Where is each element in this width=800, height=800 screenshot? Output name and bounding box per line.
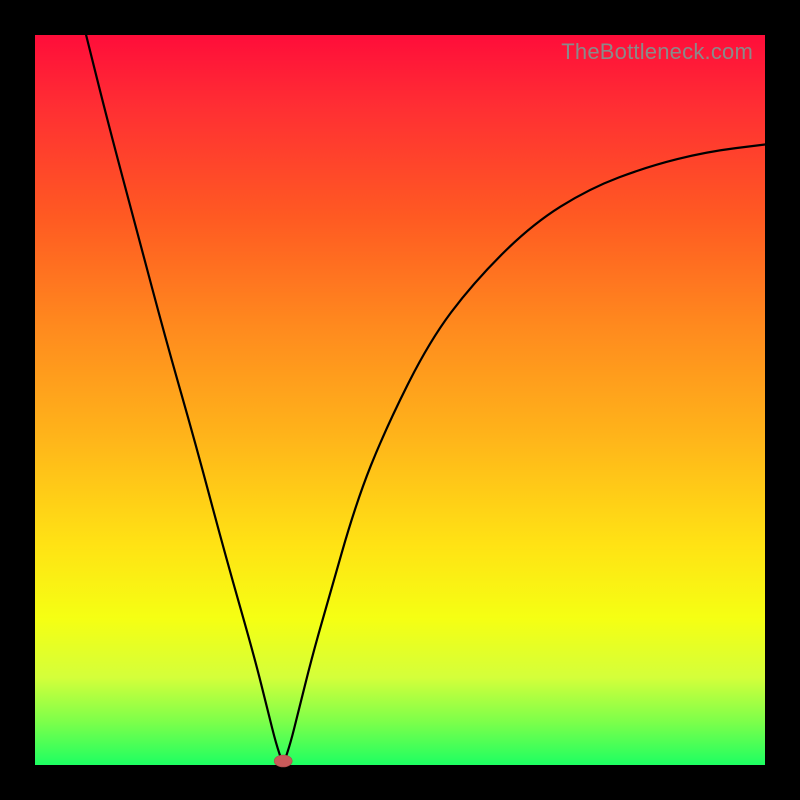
curve-path	[86, 35, 765, 760]
plot-area: TheBottleneck.com	[35, 35, 765, 765]
bottleneck-curve	[35, 35, 765, 765]
min-marker	[274, 755, 292, 767]
chart-frame: TheBottleneck.com	[0, 0, 800, 800]
